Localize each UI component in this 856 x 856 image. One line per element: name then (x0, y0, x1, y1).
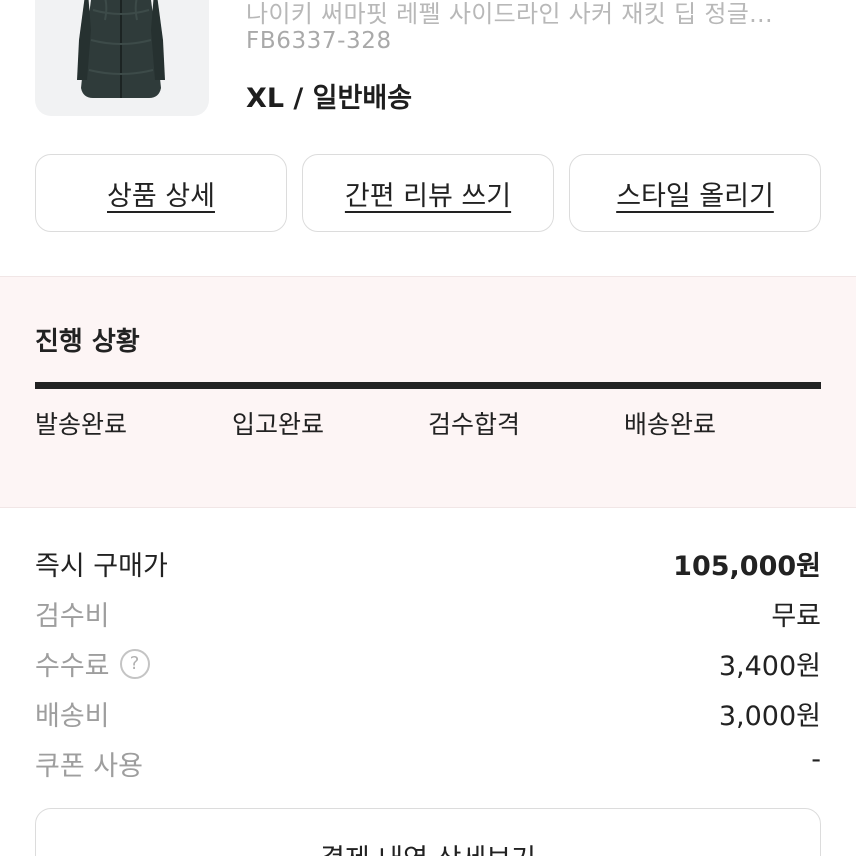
shipping-fee-label: 배송비 (35, 701, 110, 732)
progress-bar (35, 382, 821, 389)
coupon-label: 쿠폰 사용 (35, 751, 143, 782)
buy-now-value: 105,000원 (673, 551, 821, 582)
product-name: 나이키 써마핏 레펠 사이드라인 사커 재킷 딥 정글... (246, 0, 773, 28)
inspection-fee-value: 무료 (771, 601, 821, 632)
product-image[interactable] (35, 0, 209, 116)
progress-title: 진행 상황 (35, 327, 140, 357)
inspection-fee-label: 검수비 (35, 601, 110, 632)
price-row-buy-now: 즉시 구매가 105,000원 (35, 540, 821, 590)
price-row-shipping: 배송비 3,000원 (35, 690, 821, 740)
fee-label-group: 수수료 ? (35, 644, 150, 683)
fee-value: 3,400원 (718, 651, 821, 682)
step-inspection-passed: 검수합격 (428, 410, 521, 439)
progress-bar-fill (35, 382, 821, 389)
progress-steps: 발송완료 입고완료 검수합격 배송완료 (35, 405, 821, 445)
action-buttons: 상품 상세 간편 리뷰 쓰기 스타일 올리기 (35, 154, 821, 232)
step-received: 입고완료 (232, 410, 325, 439)
buy-now-label: 즉시 구매가 (35, 551, 168, 582)
product-summary: 나이키 써마핏 레펠 사이드라인 사커 재킷 딥 정글... FB6337-32… (0, 0, 856, 140)
coupon-value: - (811, 744, 821, 775)
product-detail-button[interactable]: 상품 상세 (35, 154, 287, 232)
price-row-coupon: 쿠폰 사용 - (35, 740, 821, 790)
shipping-fee-value: 3,000원 (718, 701, 821, 732)
price-breakdown: 즉시 구매가 105,000원 검수비 무료 수수료 ? 3,400원 배송비 … (35, 540, 821, 790)
step-delivered: 배송완료 (624, 410, 717, 439)
quick-review-button[interactable]: 간편 리뷰 쓰기 (302, 154, 554, 232)
payment-detail-button[interactable]: 결제 내역 상세보기 (35, 808, 821, 856)
price-row-inspection: 검수비 무료 (35, 590, 821, 640)
fee-label: 수수료 (35, 651, 110, 682)
jacket-image (77, 0, 165, 98)
step-shipped: 발송완료 (35, 410, 128, 439)
post-style-button[interactable]: 스타일 올리기 (569, 154, 821, 232)
progress-section: 진행 상황 발송완료 입고완료 검수합격 배송완료 (0, 276, 856, 508)
help-icon[interactable]: ? (119, 648, 150, 679)
product-option: XL / 일반배송 (246, 83, 413, 114)
price-row-fee: 수수료 ? 3,400원 (35, 640, 821, 690)
product-code: FB6337-328 (246, 28, 392, 54)
